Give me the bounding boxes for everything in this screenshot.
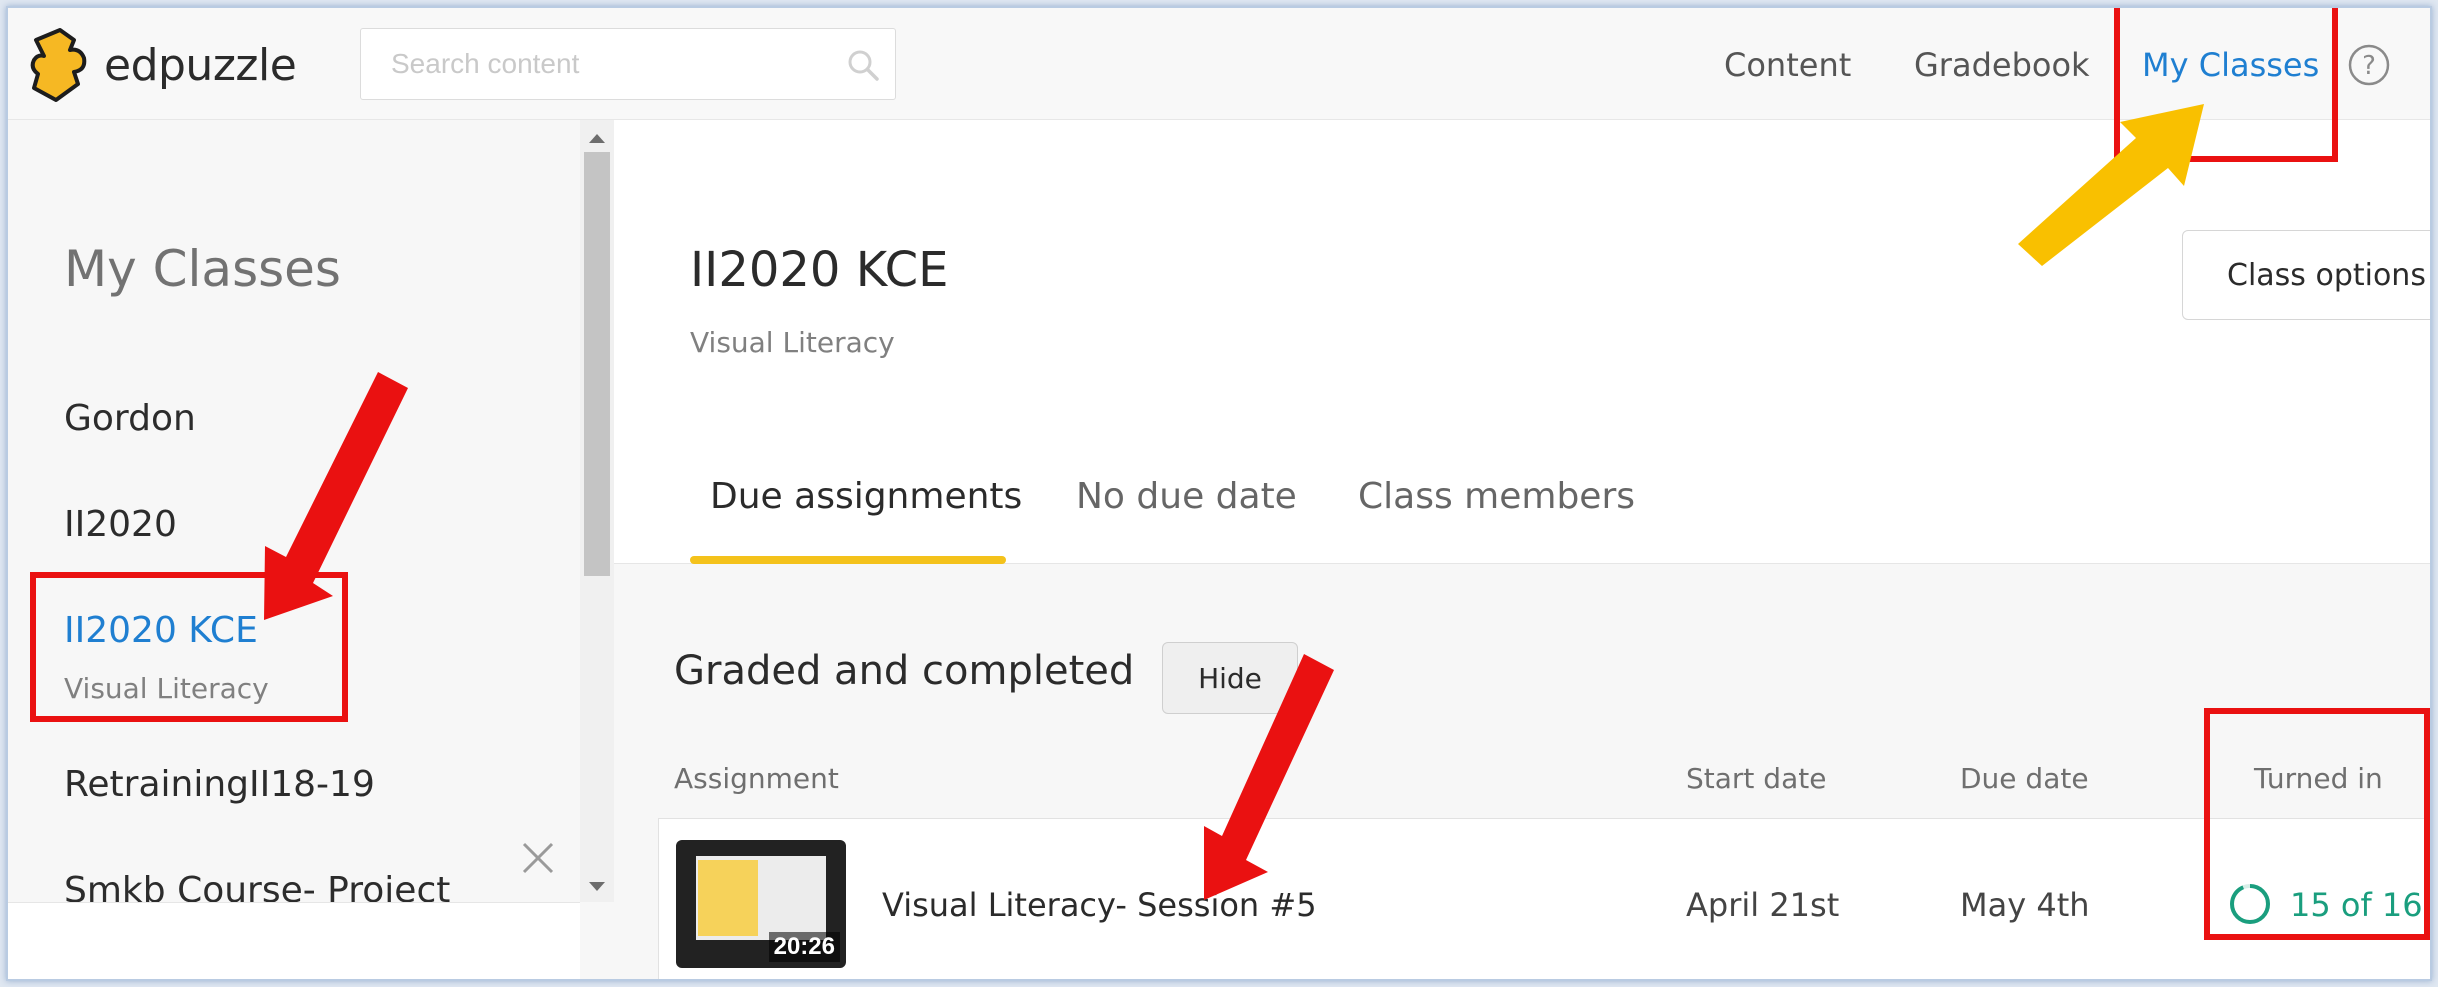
highlight-turned-in — [2204, 708, 2430, 940]
sidebar-item-ii2020[interactable]: II2020 — [64, 504, 177, 545]
tab-due-assignments[interactable]: Due assignments — [710, 476, 1022, 517]
help-icon[interactable]: ? — [2348, 44, 2390, 86]
due-date-value: May 4th — [1960, 886, 2090, 924]
search-input[interactable] — [361, 29, 821, 99]
column-start-date: Start date — [1686, 762, 1827, 795]
video-duration: 20:26 — [768, 932, 840, 962]
section-title: Graded and completed — [674, 648, 1135, 694]
active-tab-indicator — [690, 556, 1006, 564]
search-icon[interactable] — [847, 49, 879, 81]
class-title: II2020 KCE — [690, 242, 949, 298]
column-due-date: Due date — [1960, 762, 2089, 795]
column-assignment: Assignment — [674, 762, 839, 795]
sidebar-item-gordon[interactable]: Gordon — [64, 398, 196, 439]
edpuzzle-logo[interactable]: edpuzzle — [28, 26, 297, 104]
logo-text: edpuzzle — [104, 39, 297, 91]
nav-gradebook[interactable]: Gradebook — [1914, 46, 2090, 84]
puzzle-logo-icon — [30, 28, 87, 102]
sidebar-item-retraining[interactable]: RetrainingII18-19 — [64, 764, 375, 805]
tab-class-members[interactable]: Class members — [1358, 476, 1635, 517]
assignment-title[interactable]: Visual Literacy- Session #5 — [882, 886, 1317, 924]
sidebar-footer — [8, 902, 580, 979]
scroll-up-arrow-icon[interactable] — [589, 134, 605, 143]
sidebar-scrollbar[interactable] — [580, 120, 614, 902]
search-box[interactable] — [360, 28, 896, 100]
highlight-my-classes — [2114, 8, 2338, 162]
scroll-thumb[interactable] — [584, 152, 610, 576]
tab-no-due-date[interactable]: No due date — [1076, 476, 1297, 517]
hide-button[interactable]: Hide — [1162, 642, 1298, 714]
class-sidebar: My Classes Gordon II2020 II2020 KCE Visu… — [8, 120, 580, 979]
nav-content[interactable]: Content — [1724, 46, 1851, 84]
highlight-class-item — [30, 572, 348, 722]
thumbnail-slide — [696, 856, 826, 940]
sidebar-title: My Classes — [64, 240, 341, 298]
class-subtitle: Visual Literacy — [690, 326, 895, 359]
class-options-button[interactable]: Class options — [2182, 230, 2430, 320]
scroll-down-arrow-icon[interactable] — [589, 882, 605, 891]
thumbnail-slide-panel — [698, 860, 758, 936]
video-thumbnail[interactable]: 20:26 — [676, 840, 846, 968]
top-nav-bar: edpuzzle Content Gradebook My Classes ? — [8, 8, 2430, 120]
app-window: edpuzzle Content Gradebook My Classes ? … — [6, 6, 2432, 981]
start-date-value: April 21st — [1686, 886, 1840, 924]
svg-text:?: ? — [2362, 51, 2376, 81]
close-icon[interactable] — [520, 840, 556, 876]
